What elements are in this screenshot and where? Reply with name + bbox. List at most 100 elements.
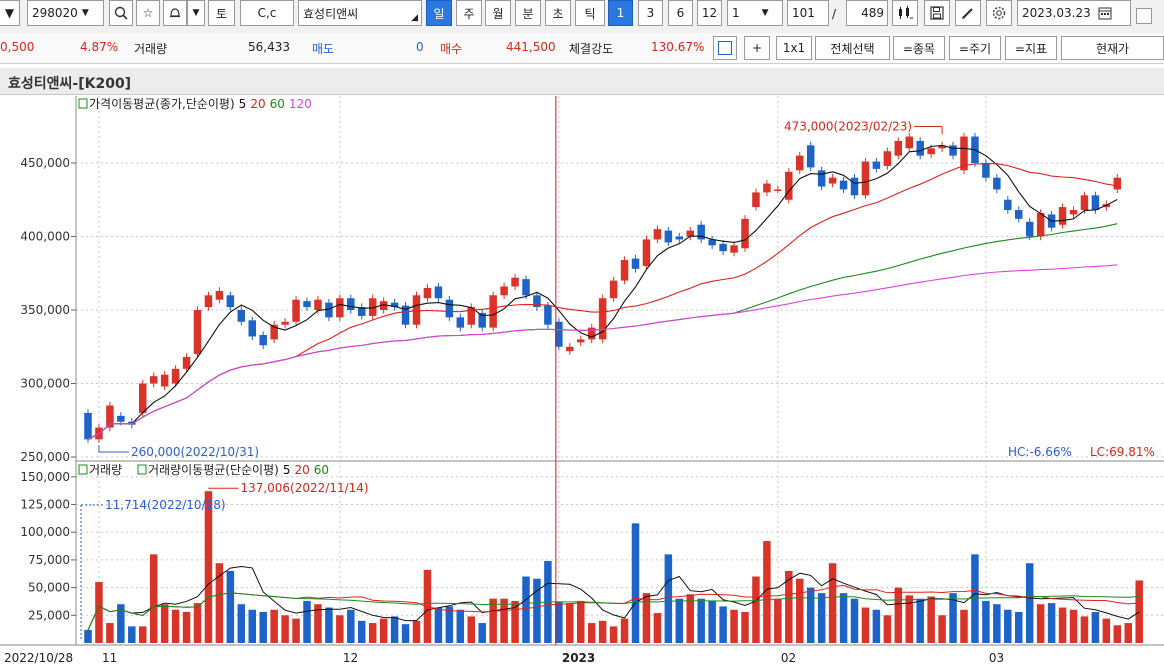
candle [182,357,191,369]
volume-bar [160,604,169,643]
volume-bar [1135,580,1143,643]
candle [445,299,454,318]
legend-checkbox[interactable] [137,464,147,475]
ma5-line [87,144,1118,440]
candle [149,376,158,384]
legend-ma60: 60 [270,97,285,111]
candle [872,161,881,169]
volume-bar [730,609,738,643]
candle [894,140,903,156]
volume-bar [456,609,465,643]
candle [982,163,990,178]
y-tick-label: 450,000 [20,156,70,170]
volume-bar [1102,618,1111,643]
legend-vma20: 20 [294,463,309,477]
candle [664,230,673,243]
volume-bar [1091,611,1100,643]
volume-bar [412,620,421,643]
volume-bar [390,616,399,643]
candle [828,177,837,184]
hc-label: HC:-6.66% [1008,445,1072,459]
candle [281,321,289,325]
volume-bar [993,604,1001,643]
volume-bar [883,615,892,643]
volume-bar [237,604,246,643]
volume-bar [1047,603,1056,643]
volume-bar [303,600,311,643]
volume-bar [653,613,662,643]
volume-bar [139,626,147,643]
volume-bar [609,626,618,643]
candle [117,415,125,422]
candle [489,295,497,328]
stock-chart[interactable]: 450,000 400,000 350,000 300,000 250,000 150,… [0,0,1164,670]
candle [675,236,684,240]
candle [927,148,935,155]
volume-bar [347,609,355,643]
candle [193,310,202,355]
volume-bar [697,598,705,643]
volume-bar [478,623,486,643]
candle [511,277,519,287]
volume-bar [686,594,694,643]
candle [839,180,848,190]
candle [226,295,235,308]
candle [303,301,311,308]
volume-bar [1036,604,1045,643]
volume-bar [500,598,508,643]
volume-bar [281,615,289,643]
candle [993,177,1001,190]
volume-bar [774,598,782,643]
volume-bar [368,623,377,643]
candle [642,239,651,266]
volume-bar [806,587,815,643]
legend-vma60: 60 [314,463,329,477]
price-ma-legend-name: 가격이동평균(종가,단순이평) [89,97,235,111]
candle [631,258,640,269]
legend-ma20: 20 [250,97,265,111]
volume-bar [872,609,881,643]
volume-bar [215,563,224,643]
candle [796,155,804,171]
candle [1069,210,1078,215]
candle [916,140,924,156]
max-price-label: 473,000(2023/02/23) [784,120,912,134]
volume-bar [927,596,935,643]
volume-bar [719,606,727,643]
legend-checkbox[interactable] [78,464,88,475]
candle [500,286,508,296]
candle [566,346,574,352]
volume-bar [84,630,92,643]
candle [1025,221,1034,237]
volume-bar [587,623,596,643]
volume-bar [445,606,454,643]
candle [160,374,169,387]
min-price-label: 260,000(2022/10/31) [131,445,259,459]
volume-bar [1124,623,1132,643]
legend-checkbox[interactable] [78,98,88,109]
volume-bar [270,609,278,643]
volume-bar [379,618,388,643]
volume-ma-legend-name: 거래량이동평균(단순이평) [148,463,279,477]
candle [336,298,344,318]
candle [1113,177,1122,190]
candle [1091,195,1100,211]
candle [84,412,92,440]
candle [204,295,213,308]
volume-bar [850,598,859,643]
y-tick-label: 400,000 [20,230,70,244]
vma60-line [87,592,1140,631]
volume-tick-label: 100,000 [20,525,70,539]
volume-bar [796,578,804,643]
candle [620,260,629,281]
volume-bar [259,611,267,643]
volume-bar [938,615,946,643]
volume-bar [149,554,158,643]
volume-bar [828,563,837,643]
svg-text:가격이동평균(종가,단순이평)52060120: 가격이동평균(종가,단순이평) 5 20 60 120 [89,97,312,111]
candle [423,287,432,299]
candle [686,230,694,237]
volume-bar [664,554,673,643]
volume-bar [292,618,300,643]
volume-bar [489,598,497,643]
